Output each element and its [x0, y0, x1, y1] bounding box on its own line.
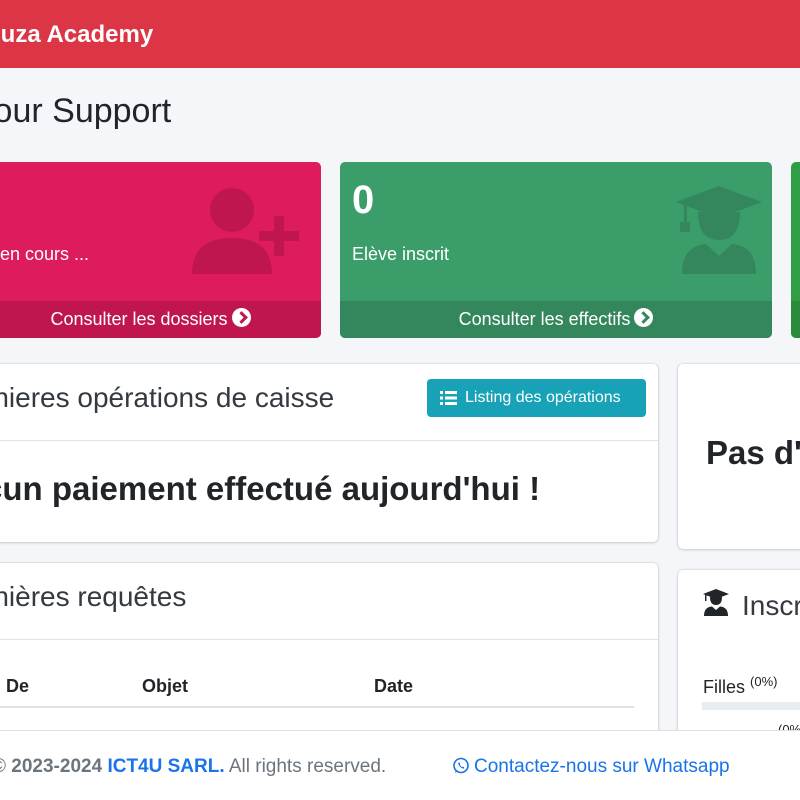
column-header-objet: Objet [142, 676, 189, 696]
panel-title: rnieres opérations de caisse [0, 382, 335, 413]
brand-name[interactable]: ouza Academy [0, 21, 153, 49]
page-footer: © 2023-2024 ICT4U SARL. All rights reser… [0, 730, 800, 800]
right-info-panel: Pas d'a [678, 364, 800, 549]
copyright-symbol: © [0, 756, 6, 777]
cash-operations-panel: rnieres opérations de caisse Listing des… [0, 364, 658, 542]
listing-operations-button[interactable]: Listing des opérations [427, 379, 646, 417]
rights-text: All rights reserved. [228, 756, 387, 777]
list-icon [440, 391, 457, 405]
card-label: Elève inscrit [352, 244, 450, 264]
panel-title: Inscr [742, 590, 800, 621]
card-label: en cours ... [0, 244, 90, 264]
column-header-date: Date [374, 676, 414, 696]
bar-percent: (0%) [750, 674, 778, 689]
panel-header: rnieres opérations de caisse Listing des… [0, 364, 658, 441]
link-label: Consulter les effectifs [458, 309, 631, 329]
requests-panel: rnières requêtes De Objet Date [0, 563, 658, 753]
whatsapp-contact-link[interactable]: Contactez-nous sur Whatsapp [452, 756, 730, 778]
graduate-icon [703, 589, 729, 616]
card-value: 0 [352, 178, 375, 222]
bar-label-text: Filles [703, 677, 746, 697]
card-footer[interactable] [791, 301, 800, 338]
stat-card-dossiers: en cours ... Consulter les dossiers [0, 162, 321, 338]
filles-progress-bar [702, 702, 800, 710]
company-link[interactable]: ICT4U SARL. [107, 756, 224, 777]
panel-message: Pas d'a [706, 434, 800, 471]
panel-header: rnières requêtes [0, 563, 658, 640]
stat-card-effectifs: 0 Elève inscrit Consulter les effectifs [340, 162, 772, 338]
arrow-right-circle-icon [634, 308, 654, 327]
top-navbar: ouza Academy [0, 0, 800, 68]
whatsapp-icon [453, 757, 469, 774]
column-header-de: De [6, 676, 30, 696]
button-label: Listing des opérations [465, 389, 621, 406]
table-header-divider [0, 706, 634, 708]
filles-label: Filles (0%) [703, 674, 777, 698]
copyright-years: 2023-2024 [11, 756, 103, 777]
copyright: © 2023-2024 ICT4U SARL. All rights reser… [0, 756, 386, 778]
arrow-right-circle-icon [231, 308, 251, 327]
consulter-dossiers-link[interactable]: Consulter les dossiers [0, 301, 321, 338]
empty-payments-message: cun paiement effectué aujourd'hui ! [0, 470, 541, 507]
page-title: jour Support [0, 92, 172, 130]
graduate-icon [676, 186, 762, 274]
link-label: Consulter les dossiers [50, 309, 228, 329]
stat-card-third [791, 162, 800, 338]
panel-title: rnières requêtes [0, 581, 187, 612]
consulter-effectifs-link[interactable]: Consulter les effectifs [340, 301, 772, 338]
user-plus-icon [192, 188, 299, 274]
whatsapp-label: Contactez-nous sur Whatsapp [474, 756, 730, 777]
